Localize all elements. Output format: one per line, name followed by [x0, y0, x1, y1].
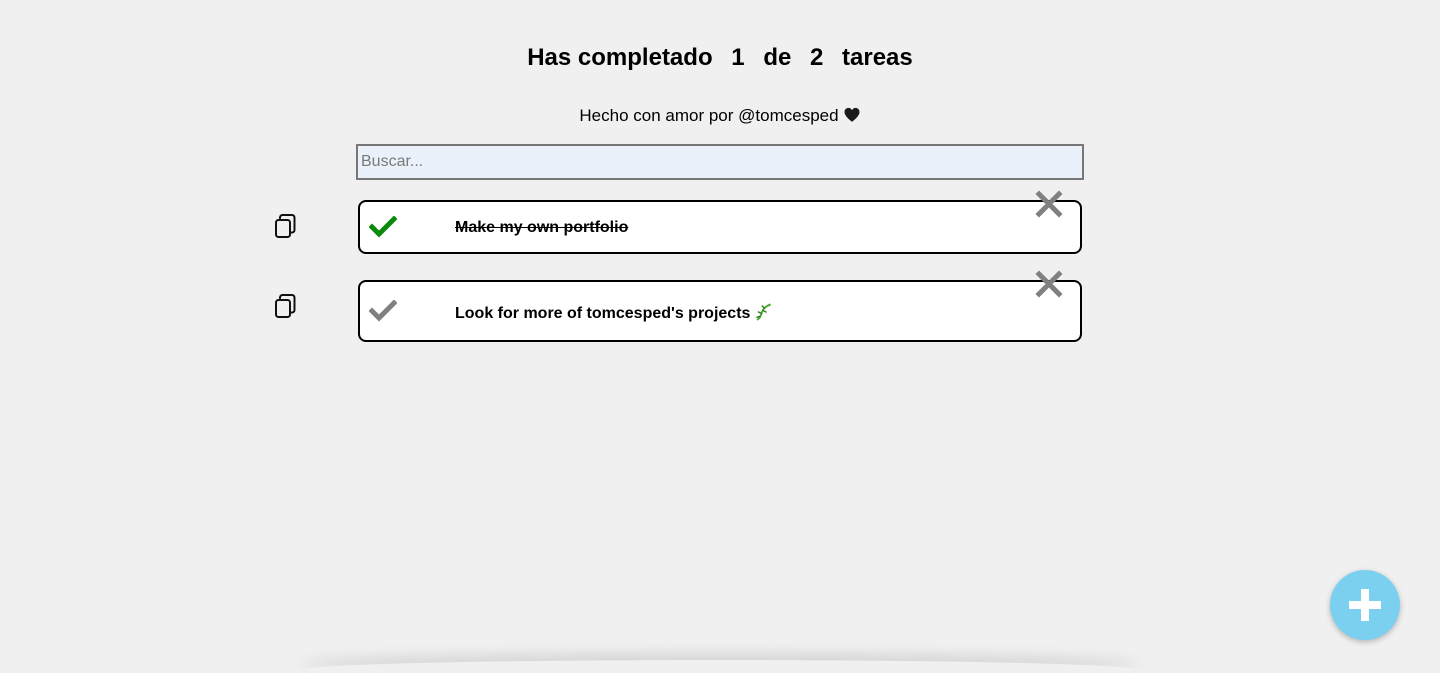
search-input[interactable]	[356, 144, 1084, 180]
add-todo-button[interactable]	[1330, 570, 1400, 640]
check-icon[interactable]	[368, 215, 398, 238]
close-icon[interactable]	[1034, 189, 1064, 219]
title-prefix: Has completado	[527, 44, 713, 71]
todo-item: Make my own portfolio	[358, 200, 1082, 254]
todo-text: Make my own portfolio	[455, 219, 629, 236]
credit-text: Hecho con amor por @tomcesped	[579, 106, 839, 125]
black-heart-icon	[843, 106, 861, 124]
total-count: 2	[810, 44, 824, 71]
todo-item: Look for more of tomcesped's projects	[358, 280, 1082, 342]
lizard-icon	[754, 303, 772, 321]
plus-icon	[1349, 589, 1381, 621]
title-of: de	[763, 44, 792, 71]
todo-text: Look for more of tomcesped's projects	[455, 305, 751, 322]
copy-icon[interactable]	[273, 293, 297, 319]
copy-icon[interactable]	[273, 213, 297, 239]
title-suffix: tareas	[842, 44, 913, 71]
close-icon[interactable]	[1034, 269, 1064, 299]
credit-line: Hecho con amor por @tomcesped	[0, 105, 1440, 127]
modal-edge	[300, 660, 1140, 673]
page-title: Has completado 1 de 2 tareas	[0, 42, 1440, 74]
todo-app: Has completado 1 de 2 tareas Hecho con a…	[0, 0, 1440, 673]
check-icon[interactable]	[368, 299, 398, 322]
todo-text-wrap: Look for more of tomcesped's projects	[455, 303, 772, 323]
completed-count: 1	[731, 44, 745, 71]
